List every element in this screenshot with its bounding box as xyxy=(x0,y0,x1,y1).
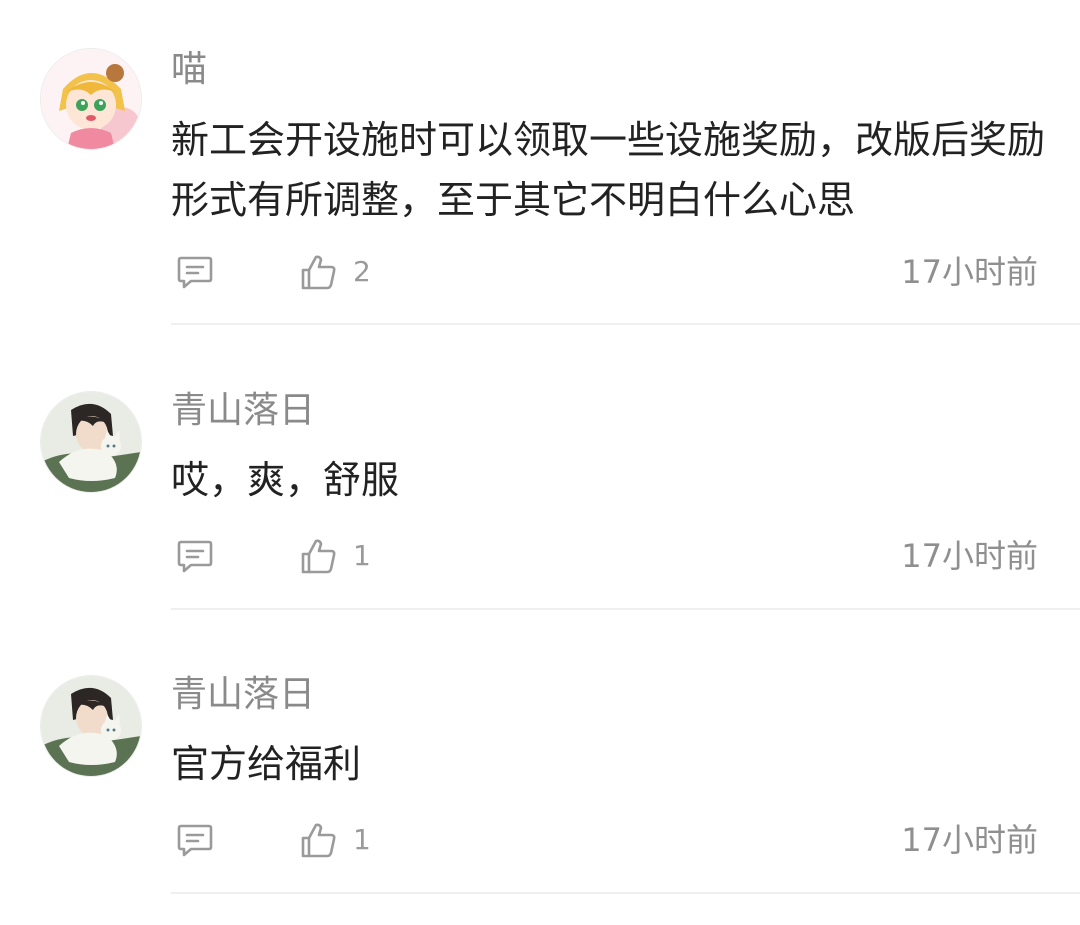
comment-item: 青山落日 官方给福利 1 17小时前 xyxy=(0,609,1080,894)
avatar[interactable] xyxy=(40,48,142,150)
comment-timestamp: 17小时前 xyxy=(901,821,1038,859)
avatar[interactable] xyxy=(40,391,142,493)
like-count: 1 xyxy=(353,823,371,856)
comment-reply-icon[interactable] xyxy=(175,252,215,292)
like-button[interactable]: 2 xyxy=(299,250,371,294)
thumbs-up-icon xyxy=(301,255,336,290)
comment-text: 哎，爽，舒服 xyxy=(171,458,400,502)
comment-item: 青山落日 哎，爽，舒服 1 17小时前 xyxy=(0,325,1080,610)
like-button[interactable]: 1 xyxy=(299,818,371,862)
comment-reply-icon[interactable] xyxy=(175,820,215,860)
comment-username[interactable]: 青山落日 xyxy=(171,673,315,717)
comment-text: 新工会开设施时可以领取一些设施奖励，改版后奖励形式有所调整，至于其它不明白什么心… xyxy=(171,118,1046,222)
comment-timestamp: 17小时前 xyxy=(901,253,1038,291)
comment-reply-icon[interactable] xyxy=(175,536,215,576)
like-button[interactable]: 1 xyxy=(299,534,371,578)
comment-item: 喵 新工会开设施时可以领取一些设施奖励，改版后奖励形式有所调整，至于其它不明白什… xyxy=(0,0,1080,325)
avatar[interactable] xyxy=(40,675,142,777)
comment-actions: 1 17小时前 xyxy=(171,816,1038,864)
comment-text: 官方给福利 xyxy=(171,742,362,786)
like-count: 2 xyxy=(353,255,371,288)
comment-actions: 1 17小时前 xyxy=(171,532,1038,580)
comment-username[interactable]: 喵 xyxy=(171,48,207,92)
comment-actions: 2 17小时前 xyxy=(171,248,1038,296)
divider xyxy=(171,892,1080,894)
like-count: 1 xyxy=(353,539,371,572)
comment-timestamp: 17小时前 xyxy=(901,537,1038,575)
thumbs-up-icon xyxy=(301,823,336,858)
thumbs-up-icon xyxy=(301,539,336,574)
comment-username[interactable]: 青山落日 xyxy=(171,389,315,433)
